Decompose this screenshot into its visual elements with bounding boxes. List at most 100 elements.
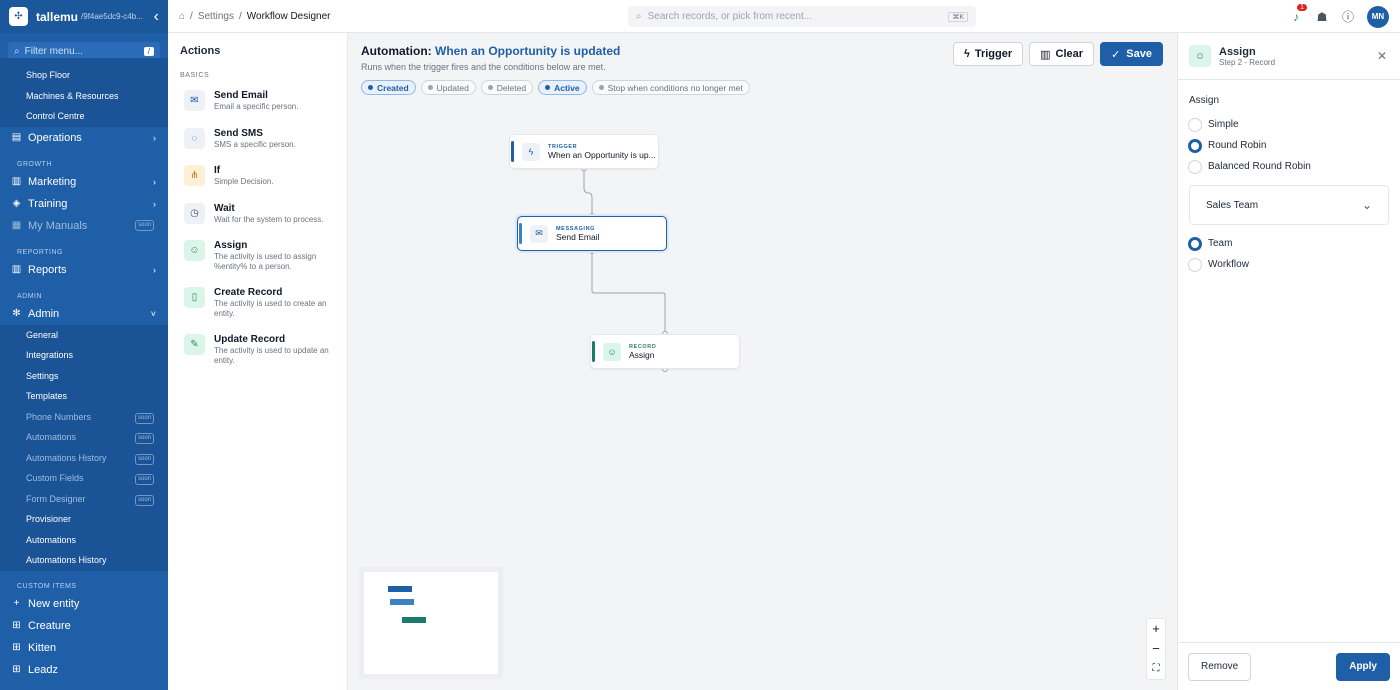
sidebar-item-label: Automations bbox=[26, 432, 77, 442]
sidebar-item-label: Form Designer bbox=[26, 493, 86, 504]
search-shortcut: ⌘K bbox=[948, 11, 968, 22]
action-desc: Email a specific person. bbox=[214, 102, 299, 111]
sidebar-item-training[interactable]: ◈ Training › bbox=[0, 193, 168, 215]
sidebar-item-reports[interactable]: ▥ Reports › bbox=[0, 259, 168, 281]
sidebar-item-operations[interactable]: ▤ Operations › bbox=[0, 127, 168, 149]
action-create-record[interactable]: ▯ Create Record The activity is used to cr… bbox=[168, 280, 347, 327]
team-select[interactable]: Sales Team ⌄ bbox=[1189, 185, 1389, 225]
action-desc: The activity is used to create an entity… bbox=[214, 299, 327, 318]
search-icon: ⌕ bbox=[14, 46, 20, 57]
sidebar-item-marketing[interactable]: ▥ Marketing › bbox=[0, 171, 168, 193]
sidebar-item-settings[interactable]: Settings bbox=[0, 366, 168, 387]
sidebar-item-label: Leadz bbox=[28, 663, 58, 676]
radio-balanced-round-robin[interactable]: Balanced Round Robin bbox=[1178, 156, 1400, 177]
radio-label: Round Robin bbox=[1208, 140, 1267, 151]
sidebar-item-creature[interactable]: ⊞ Creature bbox=[0, 615, 168, 637]
sidebar: ✣ tallemu /9f4ae5dc9-c4b... ‹ ⌕ Filter m… bbox=[0, 0, 168, 690]
node-name: Send Email bbox=[556, 231, 600, 242]
node-assign[interactable]: ☺ RECORD Assign bbox=[590, 334, 740, 369]
sidebar-item-label: New entity bbox=[28, 597, 80, 610]
minimap[interactable] bbox=[359, 567, 503, 679]
chevron-right-icon: › bbox=[153, 176, 156, 187]
radio-circle bbox=[1188, 159, 1202, 174]
fit-view-button[interactable]: ⛶ bbox=[1147, 659, 1165, 679]
breadcrumb-settings[interactable]: Settings bbox=[198, 11, 234, 22]
zoom-out-button[interactable]: − bbox=[1147, 639, 1165, 659]
user-assign-icon: ☺ bbox=[603, 342, 621, 361]
sidebar-item-label: Kitten bbox=[28, 641, 57, 654]
search-placeholder: Search records, or pick from recent... bbox=[647, 11, 813, 22]
sidebar-item-label: Automations History bbox=[26, 452, 107, 463]
filter-shortcut: / bbox=[143, 47, 154, 56]
bell-icon[interactable]: ♪ 1 bbox=[1283, 3, 1309, 24]
radio-circle-selected bbox=[1188, 236, 1202, 251]
node-send-email[interactable]: ✉ MESSAGING Send Email bbox=[517, 216, 667, 251]
sidebar-item-control-centre[interactable]: Control Centre bbox=[0, 106, 168, 127]
filter-placeholder: Filter menu... bbox=[24, 46, 83, 57]
section-admin: ADMIN bbox=[17, 292, 43, 300]
sidebar-nav: Shop Floor Machines & Resources Control … bbox=[0, 58, 168, 681]
sidebar-item-provisioner[interactable]: Provisioner bbox=[0, 509, 168, 530]
action-wait[interactable]: ◷ Wait Wait for the system to process. bbox=[168, 196, 347, 234]
action-if[interactable]: ⋔ If Simple Decision. bbox=[168, 158, 347, 196]
avatar[interactable]: MN bbox=[1367, 5, 1389, 28]
connector-email-assign bbox=[591, 251, 666, 334]
panel-step: Step 2 - Record bbox=[1219, 57, 1276, 67]
collapse-sidebar-icon[interactable]: ‹ bbox=[154, 8, 159, 26]
sidebar-item-label: Custom Fields bbox=[26, 473, 84, 483]
sidebar-item-integrations[interactable]: Integrations bbox=[0, 345, 168, 366]
zoom-in-button[interactable]: + bbox=[1147, 619, 1165, 639]
sidebar-item-new-entity[interactable]: + New entity bbox=[0, 593, 168, 615]
sidebar-item-admin[interactable]: ✻ Admin ˅ bbox=[0, 303, 168, 325]
soon-badge: soon bbox=[134, 494, 154, 506]
node-accent bbox=[592, 341, 595, 362]
search-icon: ⌕ bbox=[636, 11, 642, 22]
sidebar-item-general[interactable]: General bbox=[0, 325, 168, 346]
pencil-icon: ✎ bbox=[184, 334, 205, 355]
apply-button[interactable]: Apply bbox=[1336, 652, 1390, 681]
grid-icon: ⊞ bbox=[12, 641, 21, 653]
sidebar-item-automations[interactable]: Automations bbox=[0, 530, 168, 551]
sidebar-item-machines[interactable]: Machines & Resources bbox=[0, 86, 168, 107]
panel-footer: Remove Apply bbox=[1178, 642, 1400, 690]
sidebar-item-automations-history[interactable]: Automations History bbox=[0, 550, 168, 571]
action-desc: The activity is used to assign %entity% … bbox=[214, 252, 317, 271]
help-icon[interactable]: ⓘ bbox=[1335, 8, 1361, 25]
global-search-input[interactable]: ⌕ Search records, or pick from recent...… bbox=[628, 6, 976, 27]
minimap-node-trigger bbox=[388, 586, 412, 592]
home-icon[interactable]: ⌂ bbox=[179, 11, 185, 22]
action-send-sms[interactable]: ◌ Send SMS SMS a specific person. bbox=[168, 121, 347, 159]
action-send-email[interactable]: ✉ Send Email Email a specific person. bbox=[168, 83, 347, 121]
node-name: Assign bbox=[629, 349, 655, 360]
remove-button[interactable]: Remove bbox=[1188, 652, 1252, 681]
action-update-record[interactable]: ✎ Update Record The activity is used to up… bbox=[168, 327, 347, 374]
user-switch-icon[interactable]: ☗ bbox=[1309, 10, 1335, 24]
book-icon: ▦ bbox=[11, 219, 22, 231]
radio-workflow[interactable]: Workflow bbox=[1178, 254, 1400, 275]
radio-label: Team bbox=[1208, 238, 1233, 249]
sidebar-item-shop-floor[interactable]: Shop Floor bbox=[0, 65, 168, 86]
sidebar-item-kitten[interactable]: ⊞ Kitten bbox=[0, 637, 168, 659]
sidebar-item-templates[interactable]: Templates bbox=[0, 386, 168, 407]
workflow-canvas[interactable]: Automation: When an Opportunity is updat… bbox=[348, 33, 1177, 690]
sidebar-item-label: Marketing bbox=[28, 175, 77, 188]
minimap-node-email bbox=[390, 599, 414, 605]
app-logo-icon[interactable]: ✣ bbox=[9, 7, 28, 26]
user-assign-icon: ☺ bbox=[184, 240, 205, 261]
sidebar-item-custom-fields: Custom Fields soon bbox=[0, 468, 168, 489]
zoom-controls: + − ⛶ bbox=[1146, 618, 1166, 680]
action-assign[interactable]: ☺ Assign The activity is used to assign %e… bbox=[168, 233, 347, 280]
chevron-right-icon: › bbox=[153, 264, 156, 275]
sidebar-item-label: Training bbox=[28, 197, 68, 210]
radio-round-robin[interactable]: Round Robin bbox=[1178, 135, 1400, 156]
node-trigger[interactable]: ϟ TRIGGER When an Opportunity is up... bbox=[509, 134, 659, 169]
action-name: Send SMS bbox=[214, 127, 263, 139]
action-desc: Simple Decision. bbox=[214, 177, 274, 186]
radio-team[interactable]: Team bbox=[1178, 233, 1400, 254]
grid-icon: ⊞ bbox=[12, 663, 21, 675]
radio-simple[interactable]: Simple bbox=[1178, 114, 1400, 135]
close-icon[interactable]: ✕ bbox=[1377, 49, 1387, 63]
bar-chart-icon: ▥ bbox=[11, 263, 22, 275]
chat-icon: ◌ bbox=[184, 127, 205, 149]
sidebar-item-leadz[interactable]: ⊞ Leadz bbox=[0, 659, 168, 681]
